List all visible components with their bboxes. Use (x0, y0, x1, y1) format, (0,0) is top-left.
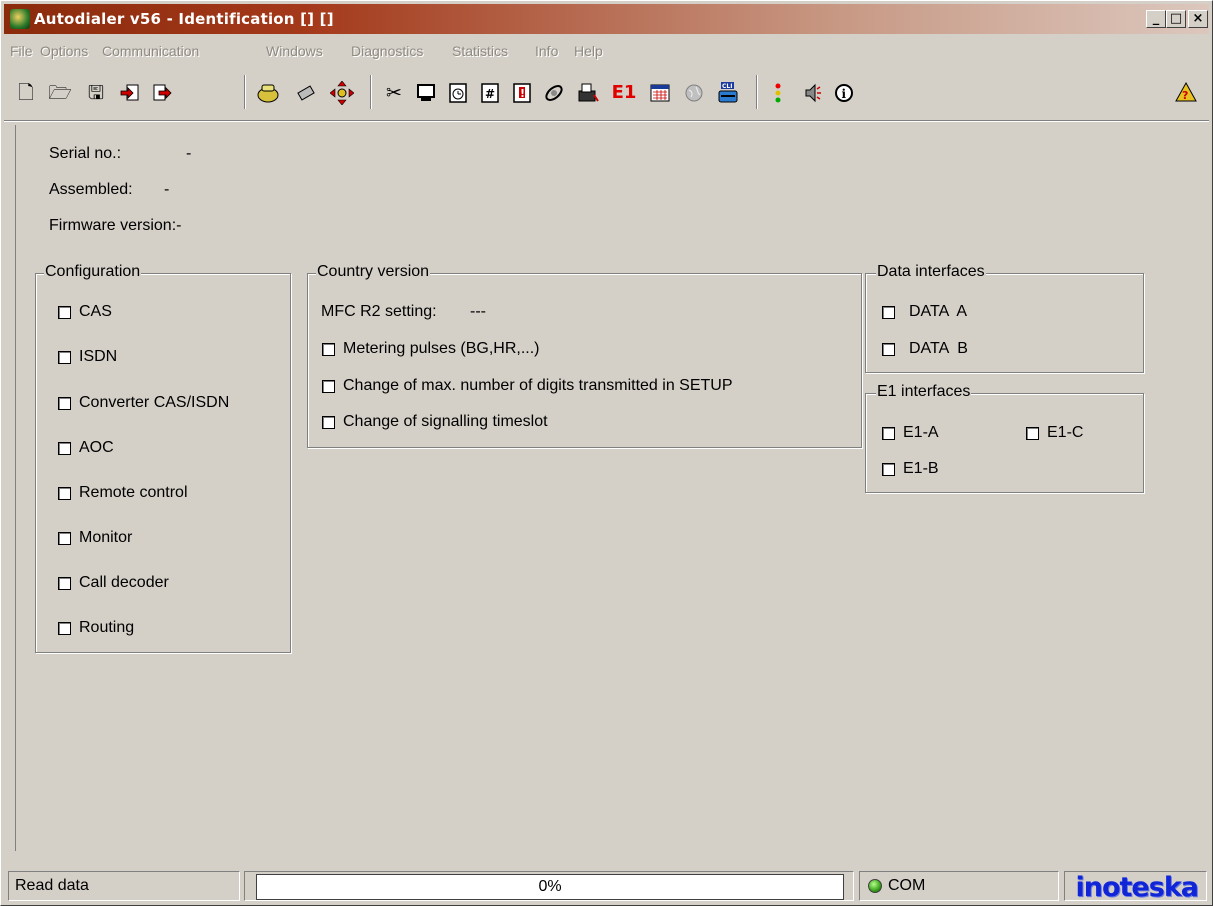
brand-logo: inoteska (1075, 872, 1199, 903)
close-button[interactable]: × (1188, 10, 1208, 28)
window-title: Autodialer v56 - Identification [] [] (34, 10, 334, 28)
svg-text:!: ! (520, 87, 525, 100)
new-file-icon[interactable]: 🗋 (14, 81, 38, 105)
menu-help[interactable]: Help (574, 43, 603, 59)
checkbox-routing[interactable]: Routing (58, 619, 134, 637)
checkbox-isdn[interactable]: ISDN (58, 348, 117, 366)
progress-text: 0% (538, 878, 562, 895)
clock-icon[interactable] (446, 81, 470, 105)
svg-text:#: # (485, 87, 495, 101)
import-icon[interactable] (118, 81, 142, 105)
e1-interfaces-title: E1 interfaces (876, 383, 972, 401)
data-interfaces-title: Data interfaces (876, 263, 986, 281)
svg-text:?: ? (1182, 89, 1188, 102)
firmware-label: Firmware version:- (49, 217, 182, 234)
brand-panel: inoteska (1064, 871, 1207, 903)
menu-info[interactable]: Info (535, 43, 558, 59)
data-interfaces-group: Data interfaces DATA A DATA B (865, 263, 1144, 373)
checkbox-data-a[interactable]: DATA A (882, 303, 967, 321)
scissors-icon[interactable]: ✂ (382, 81, 406, 105)
number-icon[interactable]: # (478, 81, 502, 105)
checkbox-remote-control[interactable]: Remote control (58, 484, 188, 502)
info-icon[interactable]: i (832, 81, 856, 105)
checkbox-cas[interactable]: CAS (58, 303, 112, 321)
fax-icon[interactable] (576, 81, 600, 105)
country-version-group: Country version MFC R2 setting: --- Mete… (307, 263, 862, 448)
calendar-icon[interactable] (648, 81, 672, 105)
menu-statistics[interactable]: Statistics (452, 43, 508, 59)
status-panel: Read data (8, 871, 240, 901)
checkbox-monitor[interactable]: Monitor (58, 529, 132, 547)
globe-icon[interactable] (682, 81, 706, 105)
e1-interfaces-group: E1 interfaces E1-A E1-C E1-B (865, 383, 1144, 493)
chip-icon[interactable] (294, 81, 318, 105)
e1-icon[interactable]: E1 (612, 81, 637, 105)
speaker-icon[interactable] (800, 81, 824, 105)
minimize-button[interactable]: _ (1146, 10, 1166, 28)
save-icon[interactable]: 🖫 (84, 81, 108, 105)
assembled-label: Assembled: (49, 181, 133, 198)
checkbox-aoc[interactable]: AOC (58, 439, 114, 457)
configuration-group: Configuration CAS ISDN Converter CAS/ISD… (35, 263, 291, 653)
open-folder-icon[interactable]: 🗁 (48, 81, 72, 105)
com-status-led-icon (868, 879, 882, 893)
traffic-light-icon[interactable] (766, 81, 790, 105)
assembled-value: - (164, 181, 170, 198)
toolbar-divider (4, 120, 1209, 122)
status-bar: Read data 0% COM inoteska (4, 869, 1209, 903)
cli-phone-icon[interactable]: CLI (716, 81, 740, 105)
serial-value: - (186, 145, 192, 162)
identification-panel: Serial no.: - Assembled: - Firmware vers… (15, 125, 1210, 851)
checkbox-max-digits[interactable]: Change of max. number of digits transmit… (322, 377, 733, 395)
checkbox-e1-b[interactable]: E1-B (882, 460, 939, 478)
app-logo-icon (10, 9, 30, 29)
export-icon[interactable] (150, 81, 174, 105)
mfc-r2-value: --- (470, 303, 486, 320)
menu-communication[interactable]: Communication (102, 43, 199, 59)
menu-diagnostics[interactable]: Diagnostics (351, 43, 423, 59)
menu-options[interactable]: Options (40, 43, 88, 59)
configuration-title: Configuration (44, 263, 142, 281)
satellite-icon[interactable] (542, 81, 566, 105)
mfc-r2-label: MFC R2 setting: (321, 303, 437, 320)
serial-label: Serial no.: (49, 145, 122, 162)
monitor-icon[interactable] (414, 81, 438, 105)
menu-file[interactable]: File (10, 43, 33, 59)
move-arrows-icon[interactable] (330, 81, 354, 105)
svg-text:CLI: CLI (722, 83, 732, 90)
com-label: COM (888, 877, 926, 894)
checkbox-e1-c[interactable]: E1-C (1026, 424, 1083, 442)
checkbox-metering-pulses[interactable]: Metering pulses (BG,HR,...) (322, 340, 540, 358)
checkbox-call-decoder[interactable]: Call decoder (58, 574, 169, 592)
checkbox-e1-a[interactable]: E1-A (882, 424, 939, 442)
checkbox-signalling-timeslot[interactable]: Change of signalling timeslot (322, 413, 548, 431)
com-panel: COM (859, 871, 1059, 901)
progress-bar: 0% (256, 874, 844, 900)
alert-icon[interactable]: ! (510, 81, 534, 105)
checkbox-converter[interactable]: Converter CAS/ISDN (58, 394, 229, 412)
svg-text:i: i (842, 87, 847, 101)
phone-icon[interactable] (256, 81, 280, 105)
help-icon[interactable]: ? (1174, 81, 1198, 105)
toolbar: 🗋 🗁 🖫 ✂ # ! E1 CLI i ? (4, 67, 1209, 117)
main-window: Autodialer v56 - Identification [] [] _ … (0, 0, 1213, 906)
checkbox-data-b[interactable]: DATA B (882, 340, 968, 358)
maximize-button[interactable]: □ (1166, 10, 1186, 28)
menu-windows[interactable]: Windows (266, 43, 323, 59)
status-text: Read data (15, 877, 89, 894)
country-version-title: Country version (316, 263, 431, 281)
title-bar[interactable]: Autodialer v56 - Identification [] [] _ … (4, 4, 1209, 34)
menu-bar: File Options Communication Windows Diagn… (4, 39, 1209, 63)
